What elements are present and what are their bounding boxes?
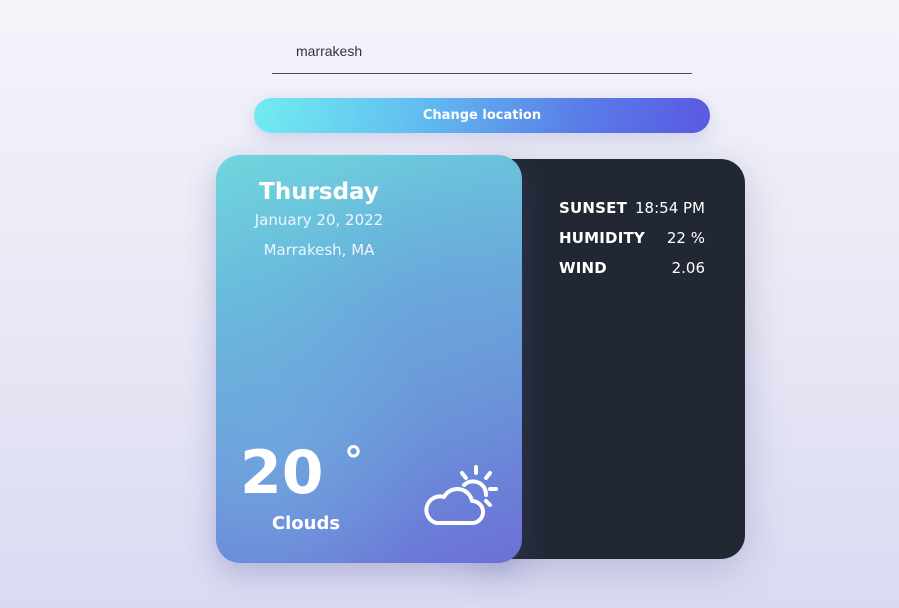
- location-text: Marrakesh, MA: [263, 241, 375, 259]
- detail-label: HUMIDITY: [559, 229, 645, 247]
- detail-label: SUNSET: [559, 199, 628, 217]
- weather-condition: Clouds: [271, 513, 341, 534]
- detail-row-sunset: SUNSET 18:54 PM: [559, 199, 705, 221]
- detail-row-wind: WIND 2.06: [559, 259, 705, 281]
- weekday-heading: Thursday: [259, 179, 379, 205]
- sun-behind-cloud-icon: [424, 465, 498, 525]
- change-location-button[interactable]: Change location: [254, 98, 710, 133]
- detail-label: WIND: [559, 259, 607, 277]
- detail-value: 18:54 PM: [635, 199, 705, 217]
- search-bar: [272, 36, 692, 74]
- detail-row-humidity: HUMIDITY 22 %: [559, 229, 705, 251]
- temperature-value: 20: [240, 438, 324, 508]
- weather-card: Thursday January 20, 2022 Marrakesh, MA …: [216, 155, 522, 563]
- degree-symbol: °: [344, 439, 363, 483]
- location-search-input[interactable]: [272, 36, 692, 66]
- detail-value: 22 %: [666, 229, 705, 247]
- date-text: January 20, 2022: [254, 211, 384, 229]
- detail-value: 2.06: [671, 259, 705, 277]
